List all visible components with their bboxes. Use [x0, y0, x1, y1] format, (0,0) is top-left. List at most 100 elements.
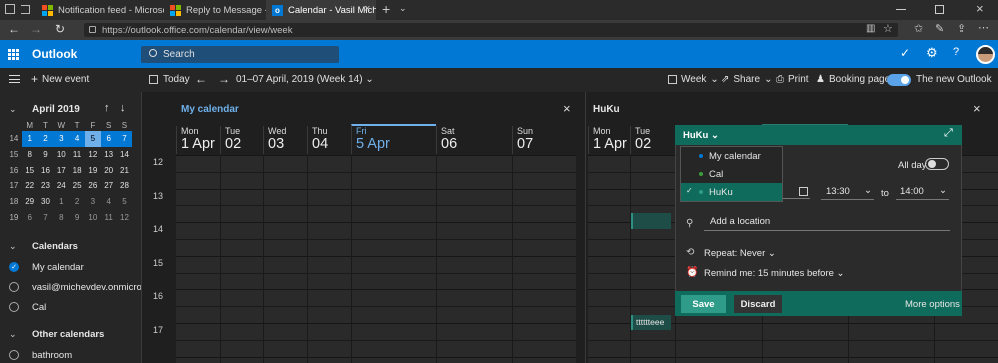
mini-calendar-day[interactable]: 12	[117, 209, 133, 225]
today-button[interactable]: Today	[149, 74, 190, 85]
mini-prev-month-icon[interactable]: ↑	[104, 102, 110, 114]
day-header[interactable]: Tue 02	[220, 126, 263, 154]
refresh-icon[interactable]: ↻	[55, 22, 65, 36]
mini-next-month-icon[interactable]: ↓	[120, 102, 126, 114]
share-button[interactable]: ⇗ Share ⌄	[721, 74, 772, 85]
tab-actions-icon[interactable]	[5, 4, 15, 14]
mini-calendar-day[interactable]: 1	[21, 131, 38, 147]
mini-calendar-day[interactable]: 1	[53, 194, 69, 210]
view-selector[interactable]: Week ⌄	[668, 74, 719, 85]
print-button[interactable]: ⎙ Print	[776, 74, 809, 85]
mini-calendar-day[interactable]: 4	[69, 131, 85, 147]
mini-calendar-day[interactable]: 2	[37, 131, 54, 147]
mini-calendar-day[interactable]: 16	[38, 162, 54, 178]
checked-circle-icon[interactable]: ✓	[9, 262, 19, 272]
mini-calendar-day[interactable]: 11	[101, 209, 117, 225]
day-header[interactable]: Sat 06	[436, 126, 512, 154]
date-range-selector[interactable]: 01–07 April, 2019 (Week 14) ⌄	[236, 74, 374, 85]
day-header[interactable]: Thu 04	[307, 126, 351, 154]
back-arrow-icon[interactable]: ←	[8, 22, 20, 36]
repeat-selector[interactable]: Repeat: Never ⌄	[704, 248, 776, 259]
maximize-icon[interactable]	[935, 5, 944, 14]
save-button[interactable]: Save	[681, 295, 726, 313]
share-icon[interactable]: ⇪	[957, 22, 966, 35]
day-header[interactable]: Fri 5 Apr	[351, 124, 436, 154]
start-time-field[interactable]: 13:30 ⌄	[821, 185, 874, 200]
url-field[interactable]: https://outlook.office.com/calendar/view…	[84, 23, 898, 37]
mini-calendar-day[interactable]: 29	[22, 194, 38, 210]
expand-icon[interactable]: ⤢	[944, 127, 953, 140]
huku-day-header[interactable]: Mon 1 Apr	[588, 126, 630, 154]
calendar-picker-icon[interactable]	[799, 187, 808, 196]
sidebar-item-bathroom[interactable]: bathroom	[32, 350, 72, 361]
close-pane-icon[interactable]: ×	[563, 101, 571, 116]
discard-button[interactable]: Discard	[734, 295, 782, 313]
mini-calendar-day[interactable]: 3	[85, 194, 101, 210]
more-icon[interactable]: ⋯	[978, 21, 989, 34]
new-tab-icon[interactable]: +	[382, 1, 390, 17]
mini-calendar-day[interactable]: 4	[101, 194, 117, 210]
mini-calendar-day[interactable]: 15	[22, 162, 38, 178]
forward-arrow-icon[interactable]: →	[30, 22, 42, 36]
all-day-toggle[interactable]	[925, 158, 949, 170]
app-launcher-icon[interactable]	[8, 49, 19, 60]
calendars-collapse-icon[interactable]: ⌄	[9, 241, 17, 252]
search-input[interactable]: Search	[141, 46, 339, 63]
mini-calendar-day[interactable]: 6	[22, 209, 38, 225]
collapse-chevron-icon[interactable]: ⌄	[9, 104, 17, 115]
new-event-button[interactable]: + New event	[31, 73, 89, 85]
mini-calendar-day[interactable]: 9	[38, 147, 54, 163]
mini-calendar-day[interactable]: 2	[69, 194, 85, 210]
unchecked-circle-icon[interactable]	[9, 282, 19, 292]
mini-calendar-day[interactable]: 10	[85, 209, 101, 225]
mini-calendar-day[interactable]: 17	[53, 162, 69, 178]
avatar[interactable]	[976, 45, 995, 64]
close-tab-icon[interactable]: ×	[364, 3, 370, 15]
previous-week-arrow-icon[interactable]: ←	[195, 72, 207, 86]
unchecked-circle-icon[interactable]	[9, 350, 19, 360]
mini-calendar-day[interactable]: 19	[85, 162, 101, 178]
new-outlook-toggle[interactable]	[887, 74, 911, 86]
sidebar-item-vasil-calendar[interactable]: vasil@michevdev.onmicro...	[32, 282, 150, 293]
mini-calendar-day[interactable]: 7	[38, 209, 54, 225]
close-pane-icon[interactable]: ×	[973, 101, 981, 116]
next-week-arrow-icon[interactable]: →	[218, 72, 230, 86]
booking-page-button[interactable]: ♟ Booking page	[816, 74, 890, 85]
day-header[interactable]: Sun 07	[512, 126, 576, 154]
mini-calendar-day[interactable]: 12	[85, 147, 101, 163]
reminder-selector[interactable]: Remind me: 15 minutes before ⌄	[704, 268, 845, 279]
dropdown-option-my-calendar[interactable]: My calendar	[681, 147, 782, 165]
favorites-icon[interactable]: ✩	[914, 22, 923, 35]
mini-calendar-day[interactable]: 5	[84, 131, 101, 147]
mini-calendar-day[interactable]: 10	[53, 147, 69, 163]
hamburger-menu-icon[interactable]	[9, 75, 20, 83]
mini-calendar-day[interactable]: 5	[117, 194, 133, 210]
tab-calendar[interactable]: o Calendar - Vasil Michev	[266, 0, 376, 20]
tab-reply-to-message[interactable]: Reply to Message - Microso	[164, 0, 266, 20]
mini-calendar-day[interactable]: 27	[101, 178, 117, 194]
other-calendars-collapse-icon[interactable]: ⌄	[9, 329, 17, 340]
sidebar-item-cal[interactable]: Cal	[32, 302, 46, 313]
mini-calendar-day[interactable]: 18	[69, 162, 85, 178]
reading-view-icon[interactable]: ▥	[866, 23, 875, 34]
day-header[interactable]: Mon 1 Apr	[176, 126, 220, 154]
mini-calendar-day[interactable]: 25	[69, 178, 85, 194]
my-calendar-grid[interactable]	[176, 155, 576, 363]
huku-day-header[interactable]: Tue 02	[630, 126, 675, 154]
calendar-selector[interactable]: HuKu ⌄	[683, 130, 719, 141]
mini-calendar-day[interactable]: 22	[22, 178, 38, 194]
mini-calendar-day[interactable]: 7	[116, 131, 133, 147]
help-icon[interactable]: ?	[953, 46, 959, 58]
mini-calendar-day[interactable]: 21	[117, 162, 133, 178]
mini-calendar-day[interactable]: 9	[69, 209, 85, 225]
checkmark-icon[interactable]: ✓	[900, 46, 910, 60]
mini-calendar-day[interactable]: 3	[53, 131, 70, 147]
minimize-icon[interactable]	[896, 9, 906, 10]
mini-calendar-day[interactable]: 14	[117, 147, 133, 163]
back-tabs-icon[interactable]	[21, 5, 30, 14]
mini-calendar-day[interactable]: 20	[101, 162, 117, 178]
app-name[interactable]: Outlook	[32, 47, 77, 61]
calendar-event[interactable]: tttttteee	[631, 315, 671, 330]
dropdown-option-huku[interactable]: ✓ HuKu	[681, 183, 782, 201]
other-calendars-header[interactable]: Other calendars	[32, 329, 104, 340]
